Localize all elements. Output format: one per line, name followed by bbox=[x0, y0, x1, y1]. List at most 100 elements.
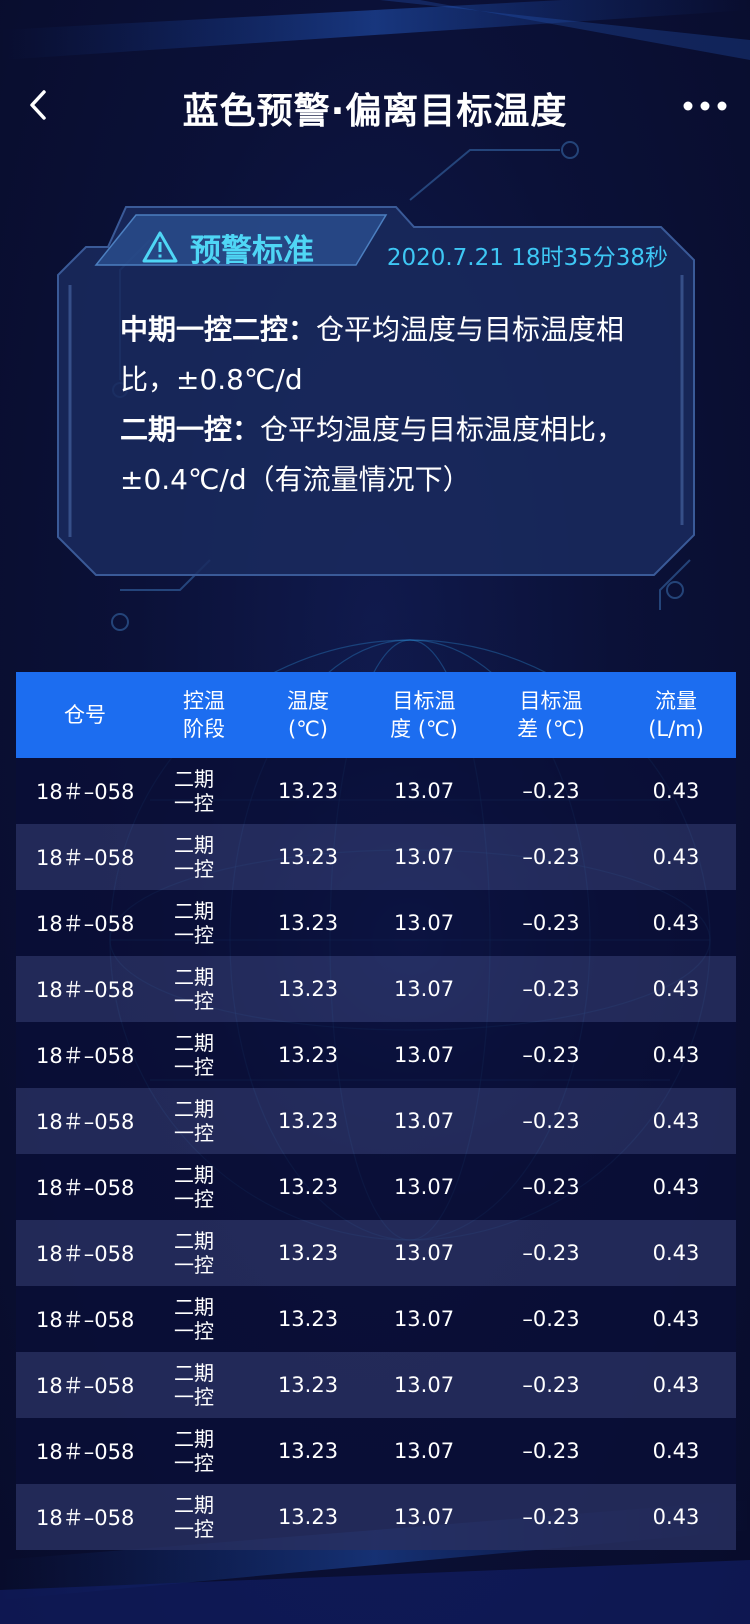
table-cell: 18＃–058 bbox=[36, 1110, 135, 1134]
table-cell: 0.43 bbox=[652, 1307, 700, 1331]
table-cell: –0.23 bbox=[522, 1043, 580, 1067]
table-cell: 二期 一控 bbox=[174, 1427, 214, 1475]
rule2-heading: 二期一控： bbox=[120, 413, 261, 446]
table-cell: 0.43 bbox=[652, 1439, 700, 1463]
table-cell: 0.43 bbox=[652, 845, 700, 869]
table-cell: –0.23 bbox=[522, 1175, 580, 1199]
warning-standard-label: 预警标准 bbox=[190, 232, 314, 269]
table-cell: 13.23 bbox=[277, 1109, 339, 1133]
page-title: 蓝色预警·偏离目标温度 bbox=[182, 91, 568, 132]
table-cell: 18＃–058 bbox=[36, 912, 135, 936]
table-cell: 二期 一控 bbox=[174, 1163, 214, 1211]
table-cell: 18＃–058 bbox=[36, 846, 135, 870]
table-cell: 二期 一控 bbox=[174, 1097, 214, 1145]
table-cell: 13.07 bbox=[393, 1505, 455, 1529]
table-row[interactable]: 18＃–058 二期 一控 13.23 13.07 –0.23 0.43 bbox=[16, 1154, 736, 1220]
timestamp: 2020.7.21 18时35分38秒 bbox=[386, 245, 668, 271]
column-header: 目标温 度 (℃) bbox=[390, 689, 458, 741]
table-cell: 13.23 bbox=[277, 1043, 339, 1067]
table-cell: 13.23 bbox=[277, 1307, 339, 1331]
table-cell: 0.43 bbox=[652, 1241, 700, 1265]
table-row[interactable]: 18＃–058 二期 一控 13.23 13.07 –0.23 0.43 bbox=[16, 1022, 736, 1088]
table-cell: 0.43 bbox=[652, 1373, 700, 1397]
table-cell: 二期 一控 bbox=[174, 767, 214, 815]
table-cell: 13.23 bbox=[277, 911, 339, 935]
table-cell: –0.23 bbox=[522, 1307, 580, 1331]
table-cell: 13.07 bbox=[393, 1307, 455, 1331]
table-cell: 二期 一控 bbox=[174, 1229, 214, 1277]
table-cell: 13.07 bbox=[393, 845, 455, 869]
more-dots-icon bbox=[683, 101, 727, 111]
table-cell: 13.07 bbox=[393, 1439, 455, 1463]
table-cell: –0.23 bbox=[522, 779, 580, 803]
table-cell: 13.23 bbox=[277, 1373, 339, 1397]
warning-criteria-card: 预警标准 2020.7.21 18时35分38秒 中期一控二控：仓平均温度与目标… bbox=[56, 205, 696, 577]
table-cell: 二期 一控 bbox=[174, 1361, 214, 1409]
warning-triangle-icon bbox=[142, 231, 178, 263]
table-cell: 13.07 bbox=[393, 1373, 455, 1397]
table-cell: 0.43 bbox=[652, 911, 700, 935]
table-row[interactable]: 18＃–058 二期 一控 13.23 13.07 –0.23 0.43 bbox=[16, 1088, 736, 1154]
table-cell: 18＃–058 bbox=[36, 1506, 135, 1530]
table-cell: 二期 一控 bbox=[174, 833, 214, 881]
table-row[interactable]: 18＃–058 二期 一控 13.23 13.07 –0.23 0.43 bbox=[16, 1286, 736, 1352]
table-row[interactable]: 18＃–058 二期 一控 13.23 13.07 –0.23 0.43 bbox=[16, 1220, 736, 1286]
table-cell: –0.23 bbox=[522, 1109, 580, 1133]
table-cell: 13.07 bbox=[393, 1241, 455, 1265]
table-cell: 0.43 bbox=[652, 1109, 700, 1133]
table-cell: 二期 一控 bbox=[174, 899, 214, 947]
table-row[interactable]: 18＃–058 二期 一控 13.23 13.07 –0.23 0.43 bbox=[16, 1484, 736, 1550]
table-cell: –0.23 bbox=[522, 911, 580, 935]
table-row[interactable]: 18＃–058 二期 一控 13.23 13.07 –0.23 0.43 bbox=[16, 1418, 736, 1484]
table-cell: –0.23 bbox=[522, 1241, 580, 1265]
table-cell: 18＃–058 bbox=[36, 780, 135, 804]
table-cell: 13.07 bbox=[393, 1109, 455, 1133]
table-cell: 13.23 bbox=[277, 1175, 339, 1199]
table-cell: 18＃–058 bbox=[36, 1374, 135, 1398]
table-cell: –0.23 bbox=[522, 1373, 580, 1397]
table-body: 18＃–058 二期 一控 13.23 13.07 –0.23 0.43 18＃–058 二期… bbox=[16, 758, 736, 1550]
column-header: 温度 (℃) bbox=[287, 689, 329, 741]
criteria-text: 中期一控二控：仓平均温度与目标温度相比，±0.8℃/d 二期一控：仓平均温度与目… bbox=[120, 305, 680, 505]
table-cell: 二期 一控 bbox=[174, 1295, 214, 1343]
table-cell: 13.07 bbox=[393, 1175, 455, 1199]
table-cell: 二期 一控 bbox=[174, 965, 214, 1013]
more-button[interactable] bbox=[682, 98, 728, 112]
table-cell: –0.23 bbox=[522, 1505, 580, 1529]
table-cell: 13.23 bbox=[277, 1241, 339, 1265]
table-cell: 18＃–058 bbox=[36, 1440, 135, 1464]
table-header: 仓号 控温 阶段 温度 (℃) 目标温 度 (℃) 目标温 差 (℃) 流量 (… bbox=[16, 672, 736, 758]
table-cell: 13.23 bbox=[277, 845, 339, 869]
table-cell: 13.07 bbox=[393, 779, 455, 803]
table-cell: 13.23 bbox=[277, 1505, 339, 1529]
nav-bar: 蓝色预警·偏离目标温度 bbox=[0, 60, 750, 150]
table-row[interactable]: 18＃–058 二期 一控 13.23 13.07 –0.23 0.43 bbox=[16, 956, 736, 1022]
table-cell: 13.23 bbox=[277, 977, 339, 1001]
table-cell: 0.43 bbox=[652, 1505, 700, 1529]
column-header: 仓号 bbox=[64, 703, 106, 727]
table-row[interactable]: 18＃–058 二期 一控 13.23 13.07 –0.23 0.43 bbox=[16, 1352, 736, 1418]
table-row[interactable]: 18＃–058 二期 一控 13.23 13.07 –0.23 0.43 bbox=[16, 758, 736, 824]
table-cell: 0.43 bbox=[652, 779, 700, 803]
table-cell: 0.43 bbox=[652, 1175, 700, 1199]
table-cell: 二期 一控 bbox=[174, 1493, 214, 1541]
column-header: 控温 阶段 bbox=[183, 689, 225, 741]
warehouse-temperature-table: 仓号 控温 阶段 温度 (℃) 目标温 度 (℃) 目标温 差 (℃) 流量 (… bbox=[16, 672, 736, 1550]
rule1-heading: 中期一控二控： bbox=[120, 313, 317, 346]
column-header: 流量 (L/m) bbox=[648, 689, 704, 741]
table-cell: 18＃–058 bbox=[36, 1044, 135, 1068]
table-cell: 0.43 bbox=[652, 977, 700, 1001]
table-cell: 13.07 bbox=[393, 911, 455, 935]
table-row[interactable]: 18＃–058 二期 一控 13.23 13.07 –0.23 0.43 bbox=[16, 824, 736, 890]
table-cell: 13.07 bbox=[393, 977, 455, 1001]
table-cell: 18＃–058 bbox=[36, 1308, 135, 1332]
column-header: 目标温 差 (℃) bbox=[517, 689, 585, 741]
table-cell: –0.23 bbox=[522, 845, 580, 869]
warning-standard-tag: 预警标准 bbox=[142, 219, 314, 275]
table-row[interactable]: 18＃–058 二期 一控 13.23 13.07 –0.23 0.43 bbox=[16, 890, 736, 956]
table-cell: 18＃–058 bbox=[36, 978, 135, 1002]
table-cell: –0.23 bbox=[522, 1439, 580, 1463]
table-cell: 13.23 bbox=[277, 779, 339, 803]
table-cell: 13.07 bbox=[393, 1043, 455, 1067]
table-cell: –0.23 bbox=[522, 977, 580, 1001]
